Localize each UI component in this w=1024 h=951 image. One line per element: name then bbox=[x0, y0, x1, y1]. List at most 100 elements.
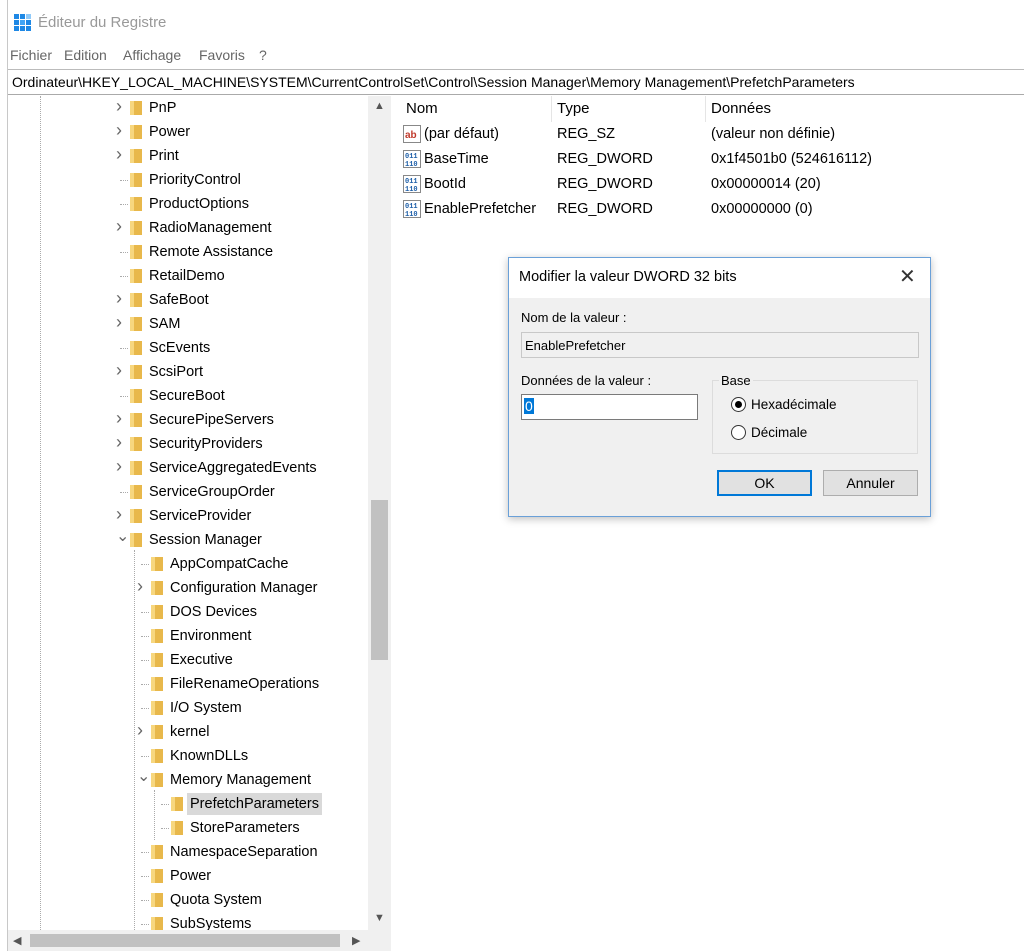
chevron-right-icon[interactable]: › bbox=[116, 312, 128, 332]
tree-vertical-scrollbar[interactable]: ▲ ▼ bbox=[368, 96, 391, 930]
column-header-nom[interactable]: Nom bbox=[406, 100, 438, 122]
title-bar[interactable]: Éditeur du Registre bbox=[8, 0, 1024, 44]
menu-favoris[interactable]: Favoris bbox=[199, 47, 245, 63]
tree-item[interactable]: › ServiceProvider bbox=[8, 504, 378, 528]
tree-item[interactable]: SubSystems bbox=[8, 912, 378, 930]
value-row[interactable]: ab (par défaut) REG_SZ (valeur non définie) bbox=[396, 122, 1024, 146]
scrollbar-thumb[interactable] bbox=[30, 934, 340, 947]
tree-item[interactable]: StoreParameters bbox=[8, 816, 378, 840]
folder-icon bbox=[130, 461, 142, 475]
column-header-donnees[interactable]: Données bbox=[711, 100, 771, 122]
tree-item[interactable]: Power bbox=[8, 864, 378, 888]
svg-text:110: 110 bbox=[405, 161, 418, 168]
radio-hexadecimal[interactable] bbox=[731, 397, 746, 412]
menu-help[interactable]: ? bbox=[259, 47, 267, 63]
ok-button[interactable]: OK bbox=[717, 470, 812, 496]
registry-editor-icon bbox=[14, 14, 31, 31]
column-divider[interactable] bbox=[551, 96, 552, 122]
tree-item[interactable]: I/O System bbox=[8, 696, 378, 720]
tree-item[interactable]: › SecurePipeServers bbox=[8, 408, 378, 432]
scrollbar-thumb[interactable] bbox=[371, 500, 388, 660]
tree-item[interactable]: › PnP bbox=[8, 96, 378, 120]
tree-item-label: SecureBoot bbox=[149, 388, 225, 404]
tree-item[interactable]: Environment bbox=[8, 624, 378, 648]
tree-item[interactable]: › SecurityProviders bbox=[8, 432, 378, 456]
radio-hexadecimal-label[interactable]: Hexadécimale bbox=[751, 397, 837, 412]
value-data-input[interactable]: 0 bbox=[521, 394, 698, 420]
cancel-button[interactable]: Annuler bbox=[823, 470, 918, 496]
tree-item[interactable]: › Power bbox=[8, 120, 378, 144]
tree-connector bbox=[120, 348, 128, 349]
tree-item[interactable]: ⌄ Session Manager bbox=[8, 528, 378, 552]
tree-item[interactable]: › RadioManagement bbox=[8, 216, 378, 240]
chevron-right-icon[interactable]: › bbox=[116, 288, 128, 308]
scroll-right-arrow-icon[interactable]: ▶ bbox=[352, 934, 360, 947]
tree-item[interactable]: NamespaceSeparation bbox=[8, 840, 378, 864]
tree-item[interactable]: SecureBoot bbox=[8, 384, 378, 408]
tree-item-label: KnownDLLs bbox=[170, 748, 249, 764]
tree-item[interactable]: RetailDemo bbox=[8, 264, 378, 288]
tree-item-label: SecurityProviders bbox=[149, 436, 263, 452]
chevron-right-icon[interactable]: › bbox=[116, 96, 128, 116]
tree-item[interactable]: ServiceGroupOrder bbox=[8, 480, 378, 504]
column-header-type[interactable]: Type bbox=[557, 100, 590, 122]
close-icon[interactable]: ✕ bbox=[899, 264, 916, 289]
column-divider[interactable] bbox=[705, 96, 706, 122]
tree-item[interactable]: DOS Devices bbox=[8, 600, 378, 624]
tree-item[interactable]: › SafeBoot bbox=[8, 288, 378, 312]
value-name: BootId bbox=[424, 176, 466, 192]
tree-item[interactable]: ProductOptions bbox=[8, 192, 378, 216]
address-bar[interactable]: Ordinateur\HKEY_LOCAL_MACHINE\SYSTEM\Cur… bbox=[8, 69, 1024, 95]
tree-connector bbox=[120, 276, 128, 277]
chevron-right-icon[interactable]: › bbox=[116, 504, 128, 524]
key-tree: › PnP › Power › Print PriorityControl ProductOp… bbox=[8, 96, 391, 930]
tree-item[interactable]: KnownDLLs bbox=[8, 744, 378, 768]
chevron-down-icon[interactable]: ⌄ bbox=[116, 526, 129, 545]
chevron-right-icon[interactable]: › bbox=[137, 576, 149, 596]
tree-item[interactable]: › SAM bbox=[8, 312, 378, 336]
chevron-right-icon[interactable]: › bbox=[116, 408, 128, 428]
value-row[interactable]: 011 110 BaseTime REG_DWORD 0x1f4501b0 (52461… bbox=[396, 147, 1024, 171]
tree-item[interactable]: Quota System bbox=[8, 888, 378, 912]
tree-item[interactable]: AppCompatCache bbox=[8, 552, 378, 576]
radio-decimal-label[interactable]: Décimale bbox=[751, 425, 807, 440]
menu-fichier[interactable]: Fichier bbox=[10, 47, 52, 63]
folder-icon bbox=[151, 893, 163, 907]
scroll-up-arrow-icon[interactable]: ▲ bbox=[374, 100, 385, 112]
tree-item[interactable]: Executive bbox=[8, 648, 378, 672]
chevron-right-icon[interactable]: › bbox=[137, 720, 149, 740]
value-row[interactable]: 011 110 EnablePrefetcher REG_DWORD 0x0000000… bbox=[396, 197, 1024, 221]
tree-item[interactable]: › ServiceAggregatedEvents bbox=[8, 456, 378, 480]
menu-edition[interactable]: Edition bbox=[64, 47, 107, 63]
value-row[interactable]: 011 110 BootId REG_DWORD 0x00000014 (20) bbox=[396, 172, 1024, 196]
tree-item[interactable]: › Print bbox=[8, 144, 378, 168]
tree-item-label: Power bbox=[170, 868, 212, 884]
chevron-right-icon[interactable]: › bbox=[116, 120, 128, 140]
tree-item[interactable]: PrefetchParameters bbox=[8, 792, 378, 816]
string-value-icon: ab bbox=[403, 125, 421, 143]
scroll-down-arrow-icon[interactable]: ▼ bbox=[374, 912, 385, 924]
tree-item[interactable]: › ScsiPort bbox=[8, 360, 378, 384]
tree-item[interactable]: FileRenameOperations bbox=[8, 672, 378, 696]
scroll-left-arrow-icon[interactable]: ◀ bbox=[13, 934, 21, 947]
tree-item-label: ScEvents bbox=[149, 340, 211, 356]
menu-affichage[interactable]: Affichage bbox=[123, 47, 181, 63]
folder-icon bbox=[151, 749, 163, 763]
tree-item-label: SAM bbox=[149, 316, 181, 332]
chevron-right-icon[interactable]: › bbox=[116, 216, 128, 236]
tree-item[interactable]: › Configuration Manager bbox=[8, 576, 378, 600]
tree-item[interactable]: › kernel bbox=[8, 720, 378, 744]
tree-item[interactable]: PriorityControl bbox=[8, 168, 378, 192]
chevron-right-icon[interactable]: › bbox=[116, 432, 128, 452]
chevron-right-icon[interactable]: › bbox=[116, 360, 128, 380]
tree-horizontal-scrollbar[interactable]: ◀ ▶ bbox=[8, 930, 391, 951]
chevron-right-icon[interactable]: › bbox=[116, 456, 128, 476]
radio-decimal[interactable] bbox=[731, 425, 746, 440]
tree-item[interactable]: Remote Assistance bbox=[8, 240, 378, 264]
tree-item[interactable]: ScEvents bbox=[8, 336, 378, 360]
chevron-right-icon[interactable]: › bbox=[116, 144, 128, 164]
folder-icon bbox=[130, 173, 142, 187]
tree-item-label: SubSystems bbox=[170, 916, 252, 930]
chevron-down-icon[interactable]: ⌄ bbox=[137, 766, 150, 785]
tree-item[interactable]: ⌄ Memory Management bbox=[8, 768, 378, 792]
